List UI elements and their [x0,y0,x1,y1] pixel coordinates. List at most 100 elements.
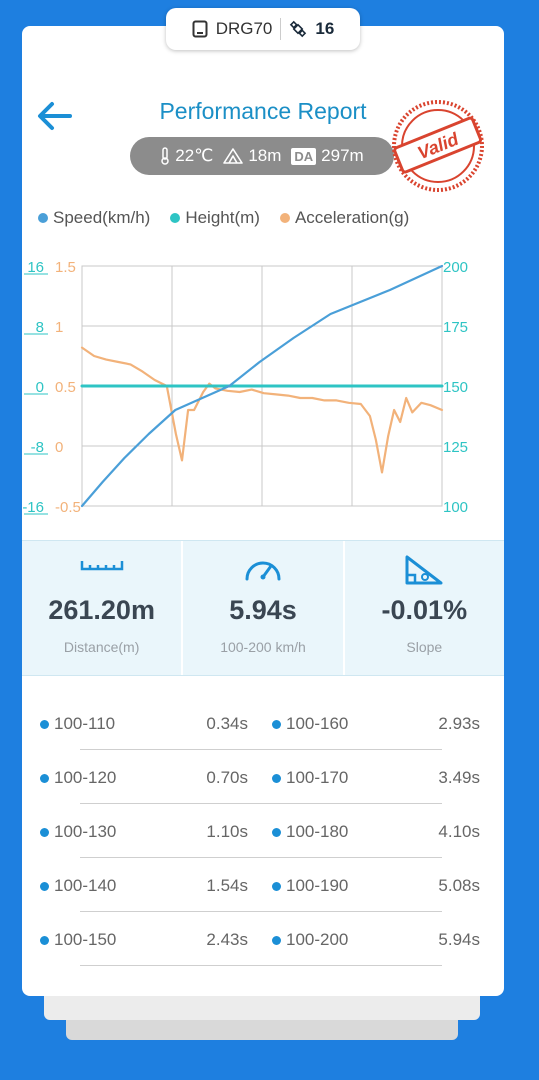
stats-panel: 261.20m Distance(m) 5.94s 100-200 km/h -… [22,540,504,676]
split-dot [272,936,281,945]
stat-time: 5.94s 100-200 km/h [181,541,342,675]
split-item: 100-120 0.70s [38,752,254,806]
valid-stamp-icon: Valid [392,100,484,192]
row-divider [80,749,442,750]
split-range: 100-150 [54,930,117,949]
split-time: 5.08s [438,876,480,895]
speed-tick-label: 175 [443,319,468,336]
density-altitude-item: DA 297m [291,146,364,166]
stat-distance: 261.20m Distance(m) [22,541,181,675]
split-time: 5.94s [438,930,480,949]
device-status-pill[interactable]: DRG70 16 [166,8,360,50]
device-icon [192,20,208,38]
split-time: 0.34s [206,714,248,733]
mountain-icon [223,148,244,164]
split-time: 2.43s [206,930,248,949]
temperature-value: 22℃ [175,146,214,165]
device-name: DRG70 [215,19,273,38]
split-row: 100-110 0.34s 100-160 2.93s [38,698,486,752]
split-range: 100-170 [286,768,349,787]
legend-speed[interactable]: Speed(km/h) [38,208,150,228]
speed-tick-label: 125 [443,439,468,456]
legend-height-swatch [170,213,181,223]
split-range: 100-180 [286,822,349,841]
performance-chart: 16 8 0 -8 -16 1.5 1 0.5 0 -0.5 200 175 150 125 100 [22,259,468,516]
slope-value: -0.01% [381,595,468,625]
thermometer-icon [161,147,170,165]
legend-acceleration[interactable]: Acceleration(g) [279,208,410,228]
split-item: 100-190 5.08s [270,860,486,914]
report-card: Performance Report 22℃ 18m DA 297m Valid [22,26,504,996]
split-dot [272,720,281,729]
acceleration-tick-label: -0.5 [55,499,81,516]
row-divider [80,965,442,966]
satellite-count: 16 [315,19,335,38]
split-item: 100-130 1.10s [38,806,254,860]
temperature-item: 22℃ [160,146,213,166]
legend-speed-label: Speed(km/h) [53,208,151,227]
legend-speed-swatch [38,213,48,223]
split-range: 100-130 [54,822,117,841]
speed-tick-label: 150 [443,379,468,396]
da-badge: DA [291,147,317,165]
height-tick-label: 0 [36,379,44,396]
split-dot [40,936,49,945]
split-time: 2.93s [438,714,480,733]
density-altitude-value: 297m [321,146,364,165]
row-divider [80,803,442,804]
legend-acceleration-swatch [279,213,290,223]
split-range: 100-200 [286,930,349,949]
conditions-pill: 22℃ 18m DA 297m [130,137,394,175]
time-value: 5.94s [229,595,297,625]
acceleration-tick-label: 1 [55,319,63,336]
split-time: 4.10s [438,822,480,841]
split-dot [272,882,281,891]
split-range: 100-140 [54,876,117,895]
stat-slope: -0.01% Slope [342,541,504,675]
split-times-list: 100-110 0.34s 100-160 2.93s 100-120 0.70s 1… [38,698,486,968]
speed-tick-label: 100 [443,499,468,516]
height-tick-label: 8 [36,319,44,336]
split-dot [272,774,281,783]
height-tick-label: -8 [31,439,44,456]
split-row: 100-140 1.54s 100-190 5.08s [38,860,486,914]
split-dot [40,774,49,783]
split-range: 100-110 [54,714,116,733]
split-dot [40,720,49,729]
split-time: 1.10s [206,822,248,841]
split-item: 100-180 4.10s [270,806,486,860]
distance-value: 261.20m [48,595,155,625]
split-dot [272,828,281,837]
ruler-icon [80,561,123,571]
split-item: 100-160 2.93s [270,698,486,752]
split-range: 100-160 [286,714,349,733]
split-item: 100-170 3.49s [270,752,486,806]
legend-height[interactable]: Height(m) [170,208,260,228]
split-item: 100-110 0.34s [38,698,254,752]
distance-label: Distance(m) [63,639,140,655]
split-time: 1.54s [206,876,248,895]
acceleration-tick-label: 0.5 [55,379,76,396]
acceleration-tick-label: 0 [55,439,63,456]
satellite-icon [290,20,307,38]
slope-icon [405,555,443,585]
split-range: 100-190 [286,876,349,895]
acceleration-tick-label: 1.5 [55,259,76,276]
split-row: 100-150 2.43s 100-200 5.94s [38,914,486,968]
height-tick-label: -16 [22,499,44,516]
legend-acceleration-label: Acceleration(g) [294,208,410,227]
divider [280,18,282,40]
altitude-value: 18m [248,146,282,165]
split-dot [40,882,49,891]
split-range: 100-120 [54,768,117,787]
legend-height-label: Height(m) [185,208,260,227]
speed-tick-label: 200 [443,259,468,276]
card-stack-shadow-1 [44,992,480,1020]
slope-label: Slope [406,639,443,655]
split-time: 0.70s [206,768,248,787]
split-row: 100-130 1.10s 100-180 4.10s [38,806,486,860]
time-label: 100-200 km/h [220,639,306,655]
split-dot [40,828,49,837]
row-divider [80,857,442,858]
split-item: 100-200 5.94s [270,914,486,968]
